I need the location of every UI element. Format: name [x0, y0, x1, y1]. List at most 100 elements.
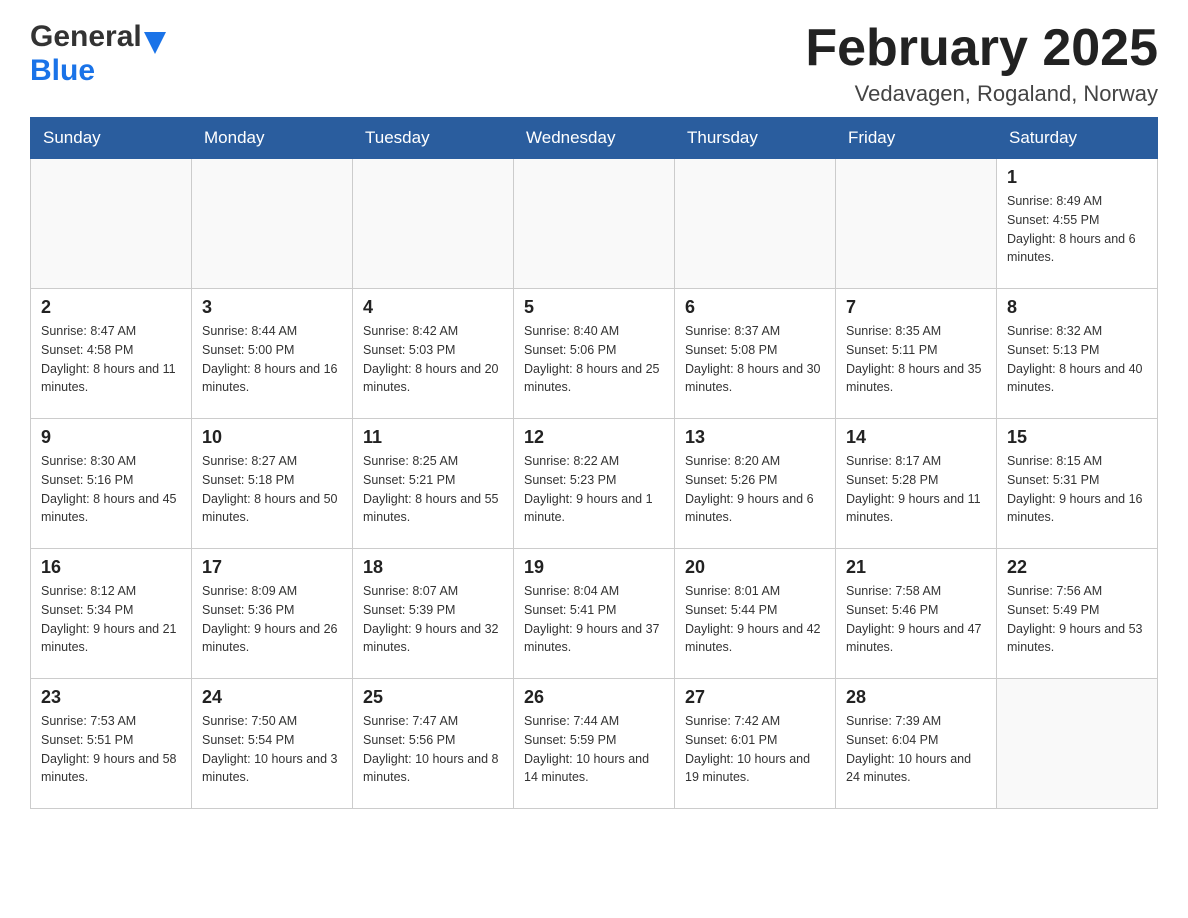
day-number: 24: [202, 687, 342, 708]
calendar-cell: [192, 159, 353, 289]
calendar-table: SundayMondayTuesdayWednesdayThursdayFrid…: [30, 117, 1158, 809]
calendar-cell: 20Sunrise: 8:01 AM Sunset: 5:44 PM Dayli…: [675, 549, 836, 679]
week-row-5: 23 Sunrise: 7:53 AM Sunset: 5:51 PM Dayli…: [31, 679, 1158, 809]
page-header: General Blue February 2025 Vedavagen, Ro…: [30, 20, 1158, 107]
day-info: Sunrise: 8:47 AM Sunset: 4:58 PM Dayligh…: [41, 322, 181, 397]
week-row-1: 1 Sunrise: 8:49 AM Sunset: 4:55 PM Daylig…: [31, 159, 1158, 289]
day-number: 10: [202, 427, 342, 448]
week-row-3: 9 Sunrise: 8:30 AM Sunset: 5:16 PM Daylig…: [31, 419, 1158, 549]
calendar-cell: 26 Sunrise: 7:44 AM Sunset: 5:59 PM Dayli…: [514, 679, 675, 809]
calendar-cell: 8 Sunrise: 8:32 AM Sunset: 5:13 PM Daylig…: [997, 289, 1158, 419]
weekday-header-tuesday: Tuesday: [353, 118, 514, 159]
calendar-cell: 16 Sunrise: 8:12 AM Sunset: 5:34 PM Dayli…: [31, 549, 192, 679]
weekday-header-friday: Friday: [836, 118, 997, 159]
logo-blue-text: Blue: [30, 54, 95, 88]
day-info: Sunrise: 7:53 AM Sunset: 5:51 PM Dayligh…: [41, 712, 181, 787]
day-info: Sunrise: 7:44 AM Sunset: 5:59 PM Dayligh…: [524, 712, 664, 787]
day-number: 8: [1007, 297, 1147, 318]
calendar-cell: 9 Sunrise: 8:30 AM Sunset: 5:16 PM Daylig…: [31, 419, 192, 549]
day-number: 16: [41, 557, 181, 578]
calendar-cell: 15 Sunrise: 8:15 AM Sunset: 5:31 PM Dayli…: [997, 419, 1158, 549]
day-info: Sunrise: 7:47 AM Sunset: 5:56 PM Dayligh…: [363, 712, 503, 787]
calendar-cell: [997, 679, 1158, 809]
day-info: Sunrise: 8:22 AM Sunset: 5:23 PM Dayligh…: [524, 452, 664, 527]
day-number: 23: [41, 687, 181, 708]
calendar-cell: 24 Sunrise: 7:50 AM Sunset: 5:54 PM Dayli…: [192, 679, 353, 809]
day-number: 5: [524, 297, 664, 318]
day-info: Sunrise: 8:37 AM Sunset: 5:08 PM Dayligh…: [685, 322, 825, 397]
calendar-cell: 12 Sunrise: 8:22 AM Sunset: 5:23 PM Dayli…: [514, 419, 675, 549]
calendar-cell: 13 Sunrise: 8:20 AM Sunset: 5:26 PM Dayli…: [675, 419, 836, 549]
calendar-cell: [836, 159, 997, 289]
day-number: 25: [363, 687, 503, 708]
weekday-header-wednesday: Wednesday: [514, 118, 675, 159]
day-number: 20: [685, 557, 825, 578]
location-subtitle: Vedavagen, Rogaland, Norway: [805, 81, 1158, 107]
day-info: Sunrise: 8:49 AM Sunset: 4:55 PM Dayligh…: [1007, 192, 1147, 267]
day-info: Sunrise: 8:25 AM Sunset: 5:21 PM Dayligh…: [363, 452, 503, 527]
calendar-cell: 23 Sunrise: 7:53 AM Sunset: 5:51 PM Dayli…: [31, 679, 192, 809]
day-number: 4: [363, 297, 503, 318]
day-number: 26: [524, 687, 664, 708]
calendar-cell: 4 Sunrise: 8:42 AM Sunset: 5:03 PM Daylig…: [353, 289, 514, 419]
day-number: 11: [363, 427, 503, 448]
day-info: Sunrise: 7:58 AM Sunset: 5:46 PM Dayligh…: [846, 582, 986, 657]
day-number: 28: [846, 687, 986, 708]
calendar-cell: 18Sunrise: 8:07 AM Sunset: 5:39 PM Dayli…: [353, 549, 514, 679]
calendar-cell: 28 Sunrise: 7:39 AM Sunset: 6:04 PM Dayli…: [836, 679, 997, 809]
day-info: Sunrise: 8:30 AM Sunset: 5:16 PM Dayligh…: [41, 452, 181, 527]
weekday-header-thursday: Thursday: [675, 118, 836, 159]
logo-general-text: General: [30, 20, 142, 54]
day-info: Sunrise: 8:27 AM Sunset: 5:18 PM Dayligh…: [202, 452, 342, 527]
calendar-cell: 1 Sunrise: 8:49 AM Sunset: 4:55 PM Daylig…: [997, 159, 1158, 289]
calendar-cell: [353, 159, 514, 289]
calendar-cell: [31, 159, 192, 289]
weekday-header-row: SundayMondayTuesdayWednesdayThursdayFrid…: [31, 118, 1158, 159]
day-number: 22: [1007, 557, 1147, 578]
calendar-cell: 3Sunrise: 8:44 AM Sunset: 5:00 PM Daylig…: [192, 289, 353, 419]
day-info: Sunrise: 8:40 AM Sunset: 5:06 PM Dayligh…: [524, 322, 664, 397]
calendar-cell: [675, 159, 836, 289]
calendar-cell: 2 Sunrise: 8:47 AM Sunset: 4:58 PM Daylig…: [31, 289, 192, 419]
day-info: Sunrise: 8:44 AM Sunset: 5:00 PM Dayligh…: [202, 322, 342, 397]
day-info: Sunrise: 8:04 AM Sunset: 5:41 PM Dayligh…: [524, 582, 664, 657]
weekday-header-saturday: Saturday: [997, 118, 1158, 159]
calendar-cell: 14Sunrise: 8:17 AM Sunset: 5:28 PM Dayli…: [836, 419, 997, 549]
day-number: 1: [1007, 167, 1147, 188]
week-row-2: 2 Sunrise: 8:47 AM Sunset: 4:58 PM Daylig…: [31, 289, 1158, 419]
day-number: 17: [202, 557, 342, 578]
calendar-cell: 5 Sunrise: 8:40 AM Sunset: 5:06 PM Daylig…: [514, 289, 675, 419]
day-number: 2: [41, 297, 181, 318]
logo-triangle-icon: [144, 32, 166, 54]
day-number: 13: [685, 427, 825, 448]
calendar-cell: 22 Sunrise: 7:56 AM Sunset: 5:49 PM Dayli…: [997, 549, 1158, 679]
day-info: Sunrise: 7:56 AM Sunset: 5:49 PM Dayligh…: [1007, 582, 1147, 657]
day-info: Sunrise: 8:15 AM Sunset: 5:31 PM Dayligh…: [1007, 452, 1147, 527]
logo: General Blue: [30, 20, 166, 88]
day-info: Sunrise: 8:35 AM Sunset: 5:11 PM Dayligh…: [846, 322, 986, 397]
calendar-cell: 7 Sunrise: 8:35 AM Sunset: 5:11 PM Daylig…: [836, 289, 997, 419]
day-info: Sunrise: 7:39 AM Sunset: 6:04 PM Dayligh…: [846, 712, 986, 787]
weekday-header-monday: Monday: [192, 118, 353, 159]
day-number: 21: [846, 557, 986, 578]
day-number: 27: [685, 687, 825, 708]
day-number: 18: [363, 557, 503, 578]
day-info: Sunrise: 8:12 AM Sunset: 5:34 PM Dayligh…: [41, 582, 181, 657]
day-info: Sunrise: 8:32 AM Sunset: 5:13 PM Dayligh…: [1007, 322, 1147, 397]
day-info: Sunrise: 8:20 AM Sunset: 5:26 PM Dayligh…: [685, 452, 825, 527]
day-info: Sunrise: 8:42 AM Sunset: 5:03 PM Dayligh…: [363, 322, 503, 397]
calendar-cell: 19Sunrise: 8:04 AM Sunset: 5:41 PM Dayli…: [514, 549, 675, 679]
day-info: Sunrise: 7:50 AM Sunset: 5:54 PM Dayligh…: [202, 712, 342, 787]
calendar-cell: 25 Sunrise: 7:47 AM Sunset: 5:56 PM Dayli…: [353, 679, 514, 809]
day-number: 6: [685, 297, 825, 318]
day-number: 7: [846, 297, 986, 318]
day-number: 15: [1007, 427, 1147, 448]
day-info: Sunrise: 7:42 AM Sunset: 6:01 PM Dayligh…: [685, 712, 825, 787]
day-number: 12: [524, 427, 664, 448]
weekday-header-sunday: Sunday: [31, 118, 192, 159]
calendar-cell: 10 Sunrise: 8:27 AM Sunset: 5:18 PM Dayli…: [192, 419, 353, 549]
day-number: 9: [41, 427, 181, 448]
calendar-cell: 27 Sunrise: 7:42 AM Sunset: 6:01 PM Dayli…: [675, 679, 836, 809]
title-area: February 2025 Vedavagen, Rogaland, Norwa…: [805, 20, 1158, 107]
day-info: Sunrise: 8:17 AM Sunset: 5:28 PM Dayligh…: [846, 452, 986, 527]
